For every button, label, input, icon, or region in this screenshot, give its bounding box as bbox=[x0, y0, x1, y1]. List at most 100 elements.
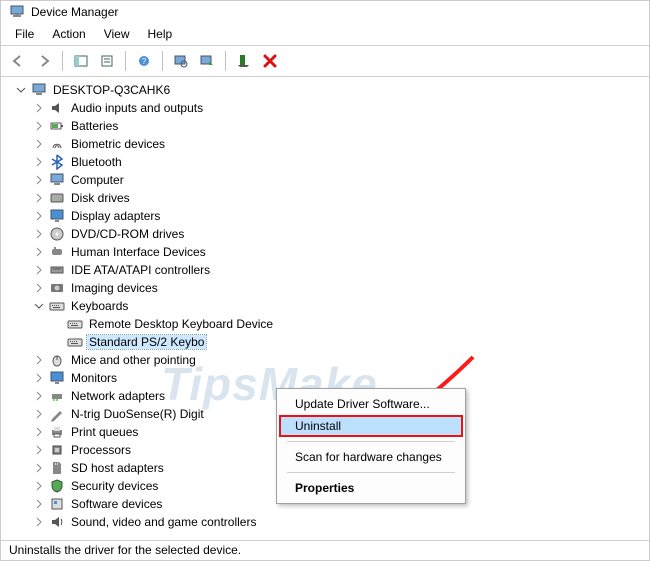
tree-item[interactable]: Disk drives bbox=[31, 189, 645, 207]
computer-icon bbox=[31, 82, 47, 98]
keyboard-icon bbox=[67, 334, 83, 350]
tree-item[interactable]: Biometric devices bbox=[31, 135, 645, 153]
tree-item-label: Bluetooth bbox=[69, 155, 124, 169]
tree-item-label: Audio inputs and outputs bbox=[69, 101, 205, 115]
tree-item-label: Standard PS/2 Keybo bbox=[87, 335, 206, 349]
toolbar-show-hide-console-button[interactable] bbox=[70, 50, 92, 72]
fingerprint-icon bbox=[49, 136, 65, 152]
tree-item-label: Security devices bbox=[69, 479, 160, 493]
toolbar-help-button[interactable]: ? bbox=[133, 50, 155, 72]
tree-item[interactable]: Standard PS/2 Keybo bbox=[49, 333, 645, 351]
expand-icon[interactable] bbox=[33, 282, 45, 294]
expand-icon[interactable] bbox=[33, 372, 45, 384]
expand-icon[interactable] bbox=[33, 156, 45, 168]
expand-icon[interactable] bbox=[33, 210, 45, 222]
context-menu: Update Driver Software... Uninstall Scan… bbox=[276, 388, 466, 504]
menu-help[interactable]: Help bbox=[140, 25, 181, 43]
menu-file[interactable]: File bbox=[7, 25, 42, 43]
expand-icon[interactable] bbox=[33, 390, 45, 402]
tree-item-label: Sound, video and game controllers bbox=[69, 515, 258, 529]
expand-icon[interactable] bbox=[33, 174, 45, 186]
menu-action[interactable]: Action bbox=[44, 25, 93, 43]
tree-item[interactable]: Mice and other pointing bbox=[31, 351, 645, 369]
expand-icon[interactable] bbox=[33, 138, 45, 150]
ctx-properties[interactable]: Properties bbox=[279, 477, 463, 499]
tree-item[interactable]: Monitors bbox=[31, 369, 645, 387]
tree-item[interactable]: Imaging devices bbox=[31, 279, 645, 297]
toolbar-back-button[interactable] bbox=[7, 50, 29, 72]
expand-icon[interactable] bbox=[33, 246, 45, 258]
toolbar-forward-button[interactable] bbox=[33, 50, 55, 72]
expand-icon[interactable] bbox=[33, 192, 45, 204]
expand-icon[interactable] bbox=[33, 498, 45, 510]
expand-icon[interactable] bbox=[33, 516, 45, 528]
expand-icon[interactable] bbox=[33, 264, 45, 276]
expand-icon[interactable] bbox=[33, 408, 45, 420]
cpu-icon bbox=[49, 442, 65, 458]
toolbar-separator bbox=[225, 51, 226, 71]
pen-icon bbox=[49, 406, 65, 422]
tree-item[interactable]: Audio inputs and outputs bbox=[31, 99, 645, 117]
tree-item-label: N-trig DuoSense(R) Digit bbox=[69, 407, 206, 421]
tree-item-label: Monitors bbox=[69, 371, 119, 385]
device-tree[interactable]: TipsMake.com DESKTOP-Q3CAHK6 Audio input… bbox=[1, 77, 649, 540]
toolbar-uninstall-button[interactable] bbox=[259, 50, 281, 72]
collapse-icon[interactable] bbox=[15, 84, 27, 96]
tree-item-label: Biometric devices bbox=[69, 137, 167, 151]
expand-icon[interactable] bbox=[33, 120, 45, 132]
ctx-uninstall[interactable]: Uninstall bbox=[279, 415, 463, 437]
tree-item[interactable]: DVD/CD-ROM drives bbox=[31, 225, 645, 243]
tree-item-label: Processors bbox=[69, 443, 133, 457]
svg-text:?: ? bbox=[142, 57, 147, 66]
tree-item-label: Remote Desktop Keyboard Device bbox=[87, 317, 275, 331]
tree-item-label: Keyboards bbox=[69, 299, 130, 313]
expand-icon[interactable] bbox=[33, 354, 45, 366]
imaging-icon bbox=[49, 280, 65, 296]
toolbar-update-driver-button[interactable] bbox=[196, 50, 218, 72]
toolbar-separator bbox=[125, 51, 126, 71]
tree-item[interactable]: Sound, video and game controllers bbox=[31, 513, 645, 531]
sound-icon bbox=[49, 514, 65, 530]
expand-icon[interactable] bbox=[33, 480, 45, 492]
tree-root[interactable]: DESKTOP-Q3CAHK6 bbox=[13, 81, 645, 99]
collapse-icon[interactable] bbox=[33, 300, 45, 312]
tree-item-label: Mice and other pointing bbox=[69, 353, 198, 367]
app-icon bbox=[9, 4, 25, 20]
tree-item[interactable]: IDE ATA/ATAPI controllers bbox=[31, 261, 645, 279]
tree-item[interactable]: Human Interface Devices bbox=[31, 243, 645, 261]
keyboard-icon bbox=[49, 298, 65, 314]
tree-item[interactable]: Keyboards bbox=[31, 297, 645, 315]
tree-item[interactable]: Batteries bbox=[31, 117, 645, 135]
audio-icon bbox=[49, 100, 65, 116]
computer-icon bbox=[49, 172, 65, 188]
tree-item[interactable]: Remote Desktop Keyboard Device bbox=[49, 315, 645, 333]
ctx-scan[interactable]: Scan for hardware changes bbox=[279, 446, 463, 468]
expand-icon[interactable] bbox=[33, 228, 45, 240]
tree-item-label: Imaging devices bbox=[69, 281, 160, 295]
tree-root-label: DESKTOP-Q3CAHK6 bbox=[51, 83, 172, 97]
tree-item[interactable]: Display adapters bbox=[31, 207, 645, 225]
tree-item[interactable]: Bluetooth bbox=[31, 153, 645, 171]
menu-view[interactable]: View bbox=[96, 25, 138, 43]
tree-item-label: DVD/CD-ROM drives bbox=[69, 227, 186, 241]
expand-icon[interactable] bbox=[33, 426, 45, 438]
battery-icon bbox=[49, 118, 65, 134]
display-icon bbox=[49, 208, 65, 224]
toolbar-enable-button[interactable] bbox=[233, 50, 255, 72]
network-icon bbox=[49, 388, 65, 404]
expand-icon[interactable] bbox=[33, 462, 45, 474]
expand-icon[interactable] bbox=[33, 102, 45, 114]
toolbar-properties-button[interactable] bbox=[96, 50, 118, 72]
status-bar: Uninstalls the driver for the selected d… bbox=[1, 540, 649, 560]
tree-item[interactable]: Computer bbox=[31, 171, 645, 189]
ctx-separator bbox=[287, 441, 455, 442]
tree-item-label: Print queues bbox=[69, 425, 140, 439]
ctx-update-driver[interactable]: Update Driver Software... bbox=[279, 393, 463, 415]
toolbar-scan-button[interactable] bbox=[170, 50, 192, 72]
security-icon bbox=[49, 478, 65, 494]
device-manager-window: Device Manager File Action View Help ? T… bbox=[1, 1, 649, 560]
tree-item-label: Human Interface Devices bbox=[69, 245, 208, 259]
tree-item-label: Batteries bbox=[69, 119, 120, 133]
expand-icon[interactable] bbox=[33, 444, 45, 456]
tree-item-label: Network adapters bbox=[69, 389, 167, 403]
